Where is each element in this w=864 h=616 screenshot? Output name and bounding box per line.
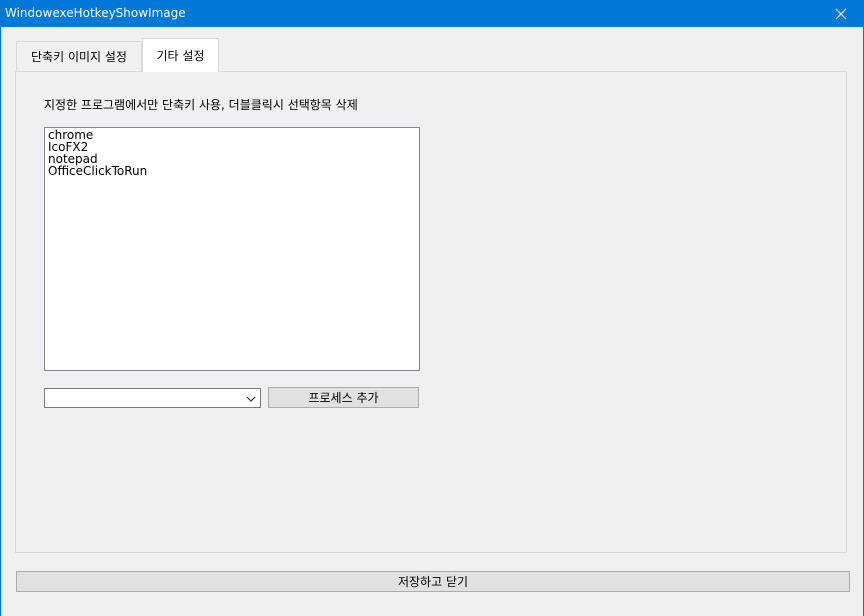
window-title: WindowexeHotkeyShowImage bbox=[5, 6, 186, 20]
chevron-down-icon bbox=[246, 396, 256, 402]
save-and-close-label: 저장하고 닫기 bbox=[397, 575, 469, 589]
add-process-button[interactable]: 프로세스 추가 bbox=[268, 387, 419, 408]
process-list[interactable]: chrome IcoFX2 notepad OfficeClickToRun bbox=[44, 127, 420, 371]
add-process-label: 프로세스 추가 bbox=[308, 391, 379, 405]
list-item[interactable]: chrome bbox=[48, 129, 416, 141]
list-item[interactable]: OfficeClickToRun bbox=[48, 165, 416, 177]
window-border-left bbox=[0, 27, 1, 616]
list-item[interactable]: IcoFX2 bbox=[48, 141, 416, 153]
tab-hotkey-image-settings[interactable]: 단축키 이미지 설정 bbox=[16, 41, 142, 71]
title-bar: WindowexeHotkeyShowImage bbox=[0, 0, 864, 27]
tab-label: 단축키 이미지 설정 bbox=[31, 50, 127, 64]
process-select[interactable] bbox=[44, 388, 261, 408]
close-button[interactable] bbox=[818, 0, 864, 27]
save-and-close-button[interactable]: 저장하고 닫기 bbox=[16, 571, 850, 592]
description-label: 지정한 프로그램에서만 단축키 사용, 더블클릭시 선택항목 삭제 bbox=[44, 98, 358, 112]
close-icon bbox=[835, 8, 847, 19]
tab-other-settings[interactable]: 기타 설정 bbox=[142, 38, 219, 72]
tab-label: 기타 설정 bbox=[156, 49, 205, 63]
